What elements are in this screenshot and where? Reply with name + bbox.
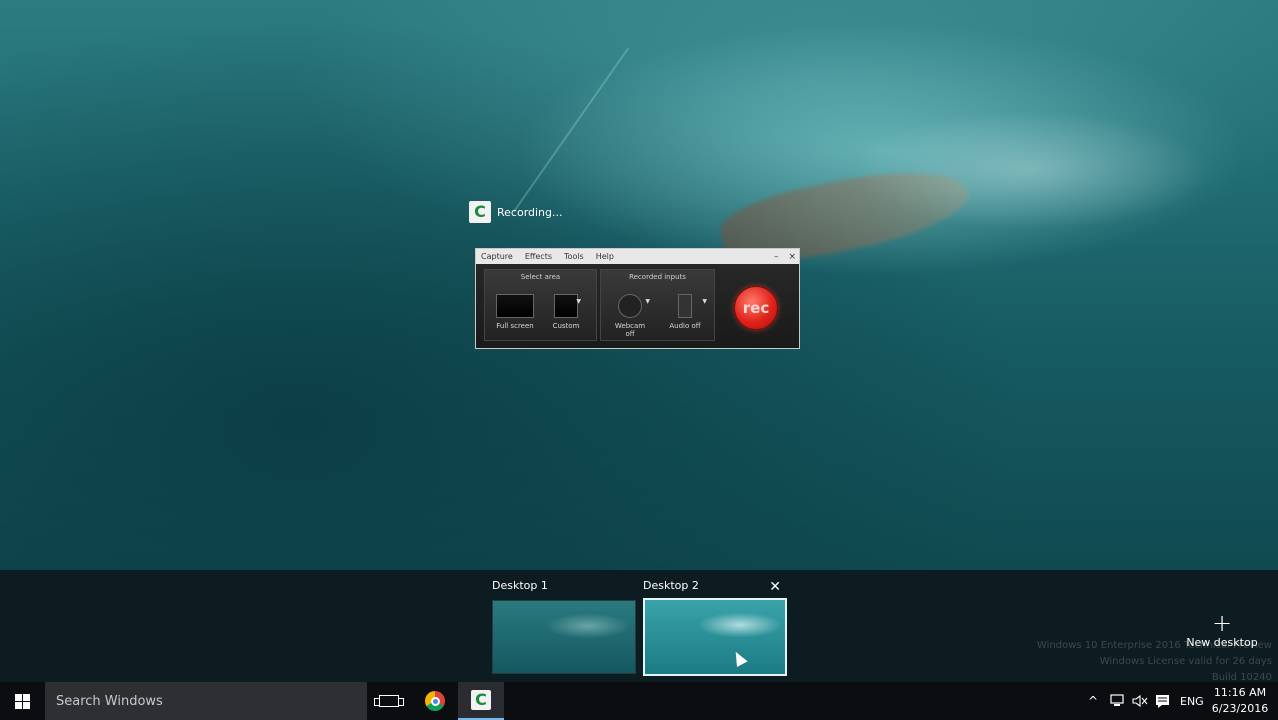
network-button[interactable]: [1110, 682, 1126, 720]
close-button[interactable]: ×: [788, 252, 796, 262]
task-view-button[interactable]: [366, 682, 412, 720]
full-screen-label: Full screen: [496, 322, 534, 330]
webcam-toggle[interactable]: ▼ Webcam off: [610, 294, 650, 338]
camtasia-icon: C: [469, 201, 491, 223]
desktop-2-preview[interactable]: [643, 598, 787, 676]
desktop-1-label: Desktop 1: [492, 579, 548, 592]
audio-toggle[interactable]: ▼ Audio off: [665, 294, 707, 330]
desktop-1-thumbnail[interactable]: Desktop 1: [492, 578, 636, 674]
recorded-inputs-panel: Recorded inputs ▼ Webcam off ▼ Audio off: [600, 269, 715, 341]
network-icon: [1110, 694, 1124, 706]
custom-area-button[interactable]: ▼ Custom: [546, 294, 586, 330]
recording-notification: C Recording...: [469, 201, 563, 223]
menu-help[interactable]: Help: [596, 252, 614, 261]
full-screen-icon: [496, 294, 534, 318]
chevron-up-icon: ^: [1088, 694, 1099, 708]
show-hidden-icons-button[interactable]: ^: [1088, 682, 1098, 720]
action-center-button[interactable]: [1155, 682, 1171, 720]
chevron-down-icon[interactable]: ▼: [702, 298, 707, 305]
search-placeholder: Search Windows: [56, 693, 163, 709]
full-screen-button[interactable]: Full screen: [495, 294, 535, 330]
menu-effects[interactable]: Effects: [525, 252, 552, 261]
select-area-title: Select area: [520, 273, 561, 281]
minimize-button[interactable]: –: [774, 252, 779, 262]
camtasia-icon: C: [471, 690, 491, 710]
task-view-icon: [374, 695, 404, 707]
desktop-2-label: Desktop 2: [643, 579, 699, 592]
clock-date: 6/23/2016: [1211, 702, 1269, 715]
chrome-icon: [425, 691, 445, 711]
webcam-icon: [618, 294, 642, 318]
microphone-icon: [678, 294, 692, 318]
recorded-inputs-title: Recorded inputs: [629, 273, 686, 281]
chrome-taskbar-button[interactable]: [412, 682, 458, 720]
camtasia-taskbar-button[interactable]: C: [458, 682, 504, 720]
clock-time: 11:16 AM: [1213, 686, 1267, 699]
system-clock[interactable]: 11:16 AM 6/23/2016: [1208, 685, 1272, 717]
new-desktop-button[interactable]: + New desktop: [1184, 609, 1260, 649]
webcam-label: Webcam off: [614, 322, 646, 338]
desktop-2-thumbnail[interactable]: Desktop 2 ✕: [643, 578, 787, 676]
speaker-muted-icon: [1132, 694, 1148, 708]
desktop-1-preview[interactable]: [492, 600, 636, 674]
recorder-menubar: Capture Effects Tools Help – ×: [476, 249, 799, 264]
wallpaper-light-ray: [512, 47, 630, 213]
record-button[interactable]: rec: [734, 286, 778, 330]
start-button[interactable]: [0, 682, 45, 720]
windows-logo-icon: [15, 693, 30, 709]
taskbar: Search Windows C ^ ENG 11:16 AM 6/23/201…: [0, 682, 1278, 720]
language-indicator[interactable]: ENG: [1180, 682, 1204, 720]
chevron-down-icon[interactable]: ▼: [645, 298, 650, 305]
close-desktop-icon[interactable]: ✕: [769, 580, 781, 594]
custom-area-icon: [554, 294, 578, 318]
volume-button[interactable]: [1132, 682, 1148, 720]
notification-icon: [1156, 695, 1169, 708]
audio-label: Audio off: [669, 322, 701, 330]
watermark-line-2: Windows License valid for 26 days: [1099, 656, 1272, 667]
plus-icon: +: [1211, 609, 1233, 637]
select-area-panel: Select area Full screen ▼ Custom: [484, 269, 597, 341]
menu-tools[interactable]: Tools: [564, 252, 584, 261]
chevron-down-icon[interactable]: ▼: [576, 298, 581, 305]
custom-area-label: Custom: [552, 322, 580, 330]
recording-status-text: Recording...: [497, 205, 563, 219]
task-view-panel: Desktop 1 Desktop 2 ✕ Windows 10 Enterpr…: [0, 570, 1278, 683]
menu-capture[interactable]: Capture: [481, 252, 513, 261]
language-label: ENG: [1180, 694, 1204, 708]
camtasia-recorder-window: Capture Effects Tools Help – × Select ar…: [475, 248, 800, 349]
search-input[interactable]: Search Windows: [45, 682, 367, 720]
new-desktop-label: New desktop: [1186, 636, 1258, 649]
